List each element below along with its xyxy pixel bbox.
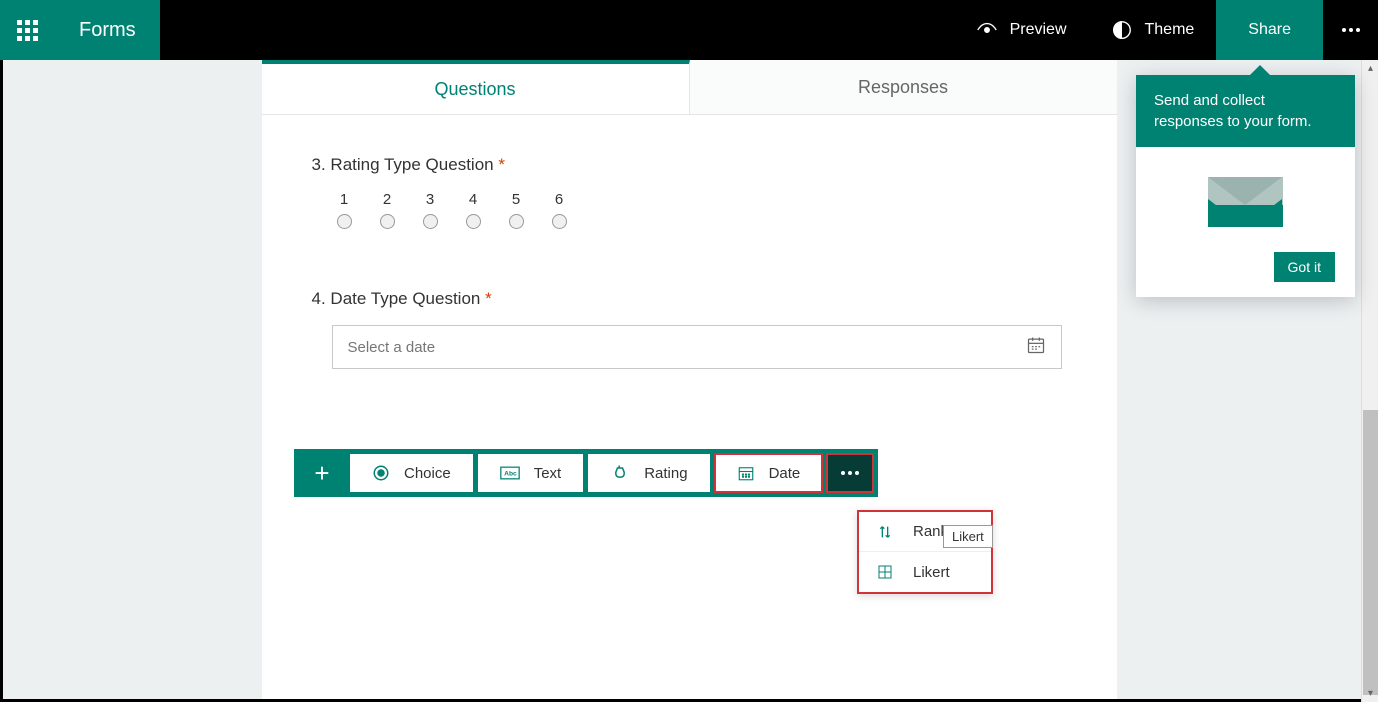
question-3-text: Rating Type Question [330,155,493,174]
calendar-icon [1026,335,1046,359]
radio-icon [337,214,352,229]
scroll-thumb[interactable] [1363,410,1378,695]
preview-button[interactable]: Preview [954,0,1089,60]
app-name[interactable]: Forms [55,0,160,60]
likert-label: Likert [913,564,950,581]
ranking-icon [877,524,893,540]
question-3-number: 3. [312,155,326,174]
date-icon [737,464,755,482]
share-button[interactable]: Share [1216,0,1323,60]
svg-text:Abc: Abc [504,471,517,478]
rating-option-1[interactable]: 1 [337,191,352,229]
scrollbar[interactable]: ▴ ▾ [1361,60,1378,702]
likert-option[interactable]: Likert [859,552,991,592]
theme-icon [1111,19,1133,41]
got-it-button[interactable]: Got it [1274,252,1335,282]
waffle-icon [17,20,38,41]
text-type-button[interactable]: Abc Text [478,454,584,492]
add-question-toolbar: + Choice Abc Text Rating Date [294,449,878,497]
theme-button[interactable]: Theme [1089,0,1217,60]
rating-label: Rating [644,465,687,482]
question-type-dropdown: Ranking Likert [857,510,993,594]
share-callout: Send and collect responses to your form.… [1136,75,1355,297]
date-input[interactable]: Select a date [332,325,1062,369]
callout-beak [1249,65,1271,76]
form-card: Questions Responses 3. Rating Type Quest… [262,60,1117,699]
choice-label: Choice [404,465,451,482]
question-3-title: 3. Rating Type Question * [312,155,1067,175]
date-label: Date [769,465,801,482]
required-asterisk: * [485,289,492,308]
preview-label: Preview [1010,21,1067,39]
question-3: 3. Rating Type Question * 1 2 3 4 5 6 [312,155,1067,229]
envelope-icon [1208,177,1283,227]
choice-icon [372,464,390,482]
scroll-up-icon[interactable]: ▴ [1362,60,1378,77]
preview-icon [976,19,998,41]
callout-message: Send and collect responses to your form. [1136,75,1355,147]
tab-responses[interactable]: Responses [690,60,1117,114]
radio-icon [509,214,524,229]
rating-option-3[interactable]: 3 [423,191,438,229]
more-types-button[interactable] [827,454,873,492]
text-label: Text [534,465,562,482]
rating-option-2[interactable]: 2 [380,191,395,229]
question-4-text: Date Type Question [330,289,480,308]
rating-type-button[interactable]: Rating [588,454,709,492]
radio-icon [380,214,395,229]
rating-option-4[interactable]: 4 [466,191,481,229]
share-label: Share [1248,21,1291,39]
tabs: Questions Responses [262,60,1117,115]
callout-body: Got it [1136,147,1355,297]
form-body: 3. Rating Type Question * 1 2 3 4 5 6 4.… [262,115,1117,469]
theme-label: Theme [1145,21,1195,39]
ellipsis-icon [1342,28,1360,32]
tab-questions[interactable]: Questions [262,60,690,114]
ellipsis-icon [841,471,859,475]
plus-icon: + [314,458,329,489]
date-type-button[interactable]: Date [715,454,823,492]
question-4-number: 4. [312,289,326,308]
radio-icon [466,214,481,229]
date-placeholder: Select a date [348,339,436,356]
radio-icon [423,214,438,229]
scroll-down-icon[interactable]: ▾ [1362,685,1378,702]
rating-option-6[interactable]: 6 [552,191,567,229]
likert-icon [877,564,893,580]
text-icon: Abc [500,466,520,480]
more-header-button[interactable] [1323,0,1378,60]
tooltip: Likert [943,525,993,548]
rating-option-5[interactable]: 5 [509,191,524,229]
radio-icon [552,214,567,229]
rating-icon [610,463,630,483]
question-4-title: 4. Date Type Question * [312,289,1067,309]
choice-type-button[interactable]: Choice [350,454,473,492]
question-4: 4. Date Type Question * Select a date [312,289,1067,369]
rating-scale: 1 2 3 4 5 6 [337,191,1067,229]
add-button[interactable]: + [299,454,345,492]
app-launcher-button[interactable] [0,0,55,60]
required-asterisk: * [498,155,505,174]
app-header: Forms Preview Theme Share [0,0,1378,60]
